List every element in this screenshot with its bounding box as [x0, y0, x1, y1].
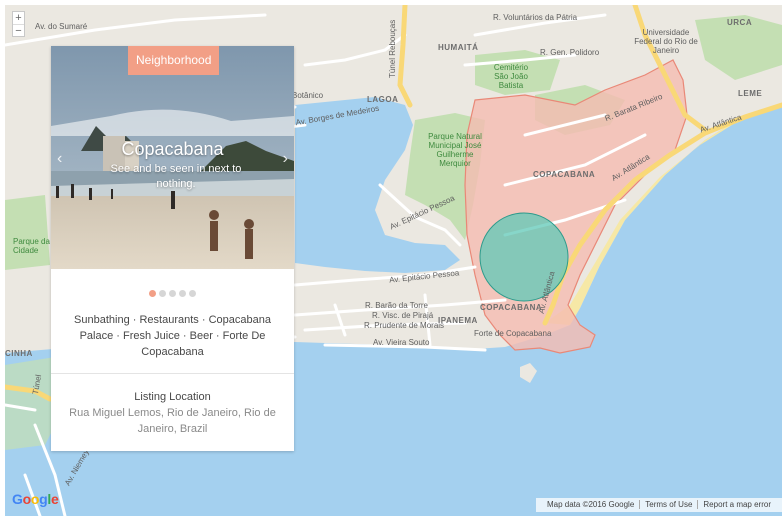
- card-divider: [51, 373, 294, 374]
- map-frame[interactable]: Av. do Sumaré R. Voluntários da Pátria R…: [5, 5, 782, 516]
- google-logo[interactable]: Google: [12, 491, 59, 507]
- listing-marker-circle: [479, 212, 569, 302]
- hero-photo[interactable]: Neighborhood Copacabana See and be seen …: [51, 46, 294, 269]
- zoom-controls: + −: [12, 11, 25, 37]
- neighborhood-subtitle: See and be seen in next to nothing.: [110, 163, 242, 190]
- carousel-dot[interactable]: [169, 290, 176, 297]
- listing-location-title: Listing Location: [134, 391, 211, 403]
- neighborhood-badge: Neighborhood: [128, 46, 220, 75]
- carousel-dots: [51, 290, 294, 297]
- listing-location-address: Rua Miguel Lemos, Rio de Janeiro, Rio de…: [69, 407, 276, 435]
- neighborhood-tags: Sunbathing · Restaurants · Copacabana Pa…: [74, 314, 271, 358]
- park-cidade: [5, 195, 50, 270]
- map-attribution: Map data ©2016 Google Terms of Use Report …: [535, 498, 782, 512]
- zoom-out-button[interactable]: −: [13, 24, 24, 37]
- terms-link[interactable]: Terms of Use: [639, 500, 698, 509]
- zoom-in-button[interactable]: +: [13, 12, 24, 24]
- carousel-dot[interactable]: [149, 290, 156, 297]
- carousel-dot[interactable]: [159, 290, 166, 297]
- carousel-dot[interactable]: [189, 290, 196, 297]
- report-error-link[interactable]: Report a map error: [697, 500, 776, 509]
- carousel-next-icon[interactable]: ›: [283, 150, 288, 168]
- neighborhood-title: Copacabana: [121, 139, 224, 159]
- map-data-text: Map data ©2016 Google: [546, 500, 635, 509]
- carousel-dot[interactable]: [179, 290, 186, 297]
- neighborhood-card: Neighborhood Copacabana See and be seen …: [51, 46, 294, 451]
- carousel-prev-icon[interactable]: ‹: [57, 150, 62, 168]
